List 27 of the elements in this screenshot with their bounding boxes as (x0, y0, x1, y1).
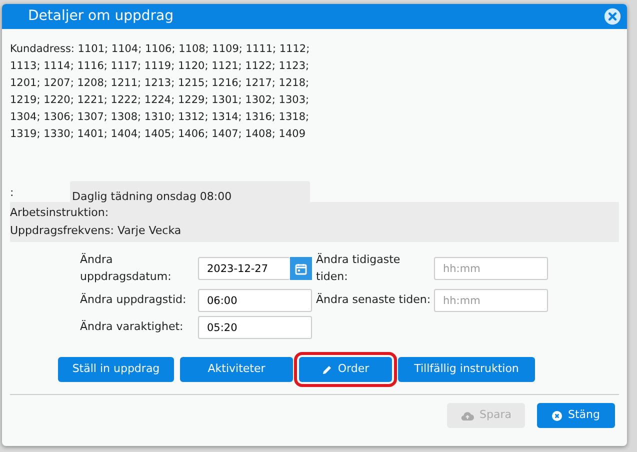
input-field[interactable]: hh:mm (434, 257, 548, 280)
info-text: Arbetsinstruktion: (10, 205, 110, 221)
calendar-icon (295, 262, 307, 274)
calendar-button[interactable] (290, 257, 312, 280)
action-button[interactable]: Ställ in uppdrag (58, 357, 174, 382)
action-button[interactable]: Tillfällig instruktion (398, 357, 535, 382)
customer-address-text: Kundadress: 1101; 1104; 1106; 1108; 1109; 1111; 1112; 1113; 1114; 1116; 1117; 1119; 1120; 1121; 1122; 1123; 1201; 1207; 1208; 1211; 1213; 1215; 1216; 1217; 1218; 1219; 1220; 1221; 1222; 1224; 1229; 1301; 1302; 1303; 1304; 1306; 1307; 1308; 1310; 1312; 1314; 1316; 1318; 1319; 1330; 1401; 1404; 1405; 1406; 1407; 1408; 1409 (9, 42, 311, 142)
field-label: Ändra varaktighet: (80, 319, 184, 336)
close-icon[interactable] (604, 8, 621, 25)
description-label: : (10, 185, 15, 201)
field-label: Ändra uppdragstid: (80, 292, 188, 308)
pencil-icon (322, 364, 332, 374)
info-text: Uppdragsfrekvens: Varje Vecka (10, 223, 182, 239)
input-field[interactable]: 06:00 (198, 289, 312, 312)
dialog-title: Detaljer om uppdrag (28, 7, 174, 26)
edit-button[interactable]: Order (299, 357, 392, 382)
field-label: Ändra uppdragsdatum: (80, 252, 172, 284)
close-icon (552, 410, 562, 420)
field-label: Ändra tidigaste tiden: (316, 252, 402, 284)
description-value: Daglig tädning onsdag 08:00 (70, 181, 310, 202)
field-label: Ändra senaste tiden: (316, 292, 432, 308)
cloud-upload-icon (460, 410, 474, 420)
date-field[interactable]: 2023-12-27 (198, 257, 290, 280)
input-field[interactable]: 05:20 (198, 316, 312, 339)
input-field[interactable]: hh:mm (434, 289, 548, 312)
action-button[interactable]: Aktiviteter (180, 357, 293, 382)
close-button[interactable]: Stäng (537, 403, 615, 428)
